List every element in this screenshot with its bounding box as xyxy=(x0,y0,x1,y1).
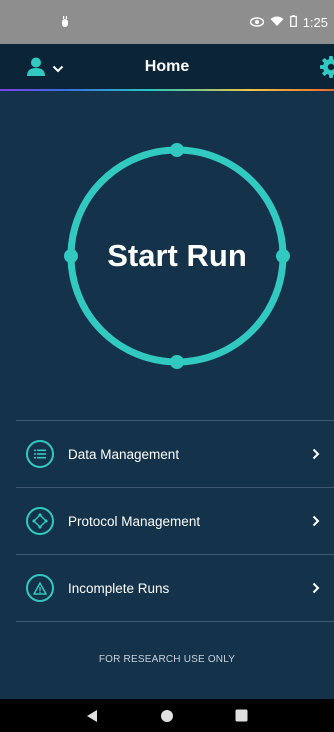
home-menu: Data Management Protocol Management Inco… xyxy=(16,420,334,622)
list-icon xyxy=(26,440,54,468)
protocol-icon xyxy=(26,507,54,535)
status-time: 1:25 xyxy=(302,14,328,30)
settings-button[interactable] xyxy=(320,56,334,83)
chevron-right-icon xyxy=(306,511,326,531)
system-nav-bar xyxy=(0,699,334,732)
start-run-label: Start Run xyxy=(107,238,247,273)
header-accent-bar xyxy=(0,89,334,91)
start-run-button[interactable]: Start Run xyxy=(63,143,291,369)
divider xyxy=(16,621,334,622)
chevron-down-icon xyxy=(52,60,64,78)
status-icons: 1:25 xyxy=(249,14,328,30)
menu-item-data-management[interactable]: Data Management xyxy=(16,421,334,487)
user-menu-button[interactable] xyxy=(26,56,64,81)
app-header: Home xyxy=(0,44,334,90)
menu-item-protocol-management[interactable]: Protocol Management xyxy=(16,488,334,554)
menu-item-label: Incomplete Runs xyxy=(68,580,170,596)
user-icon xyxy=(26,56,46,81)
eye-icon xyxy=(249,15,264,30)
back-icon[interactable] xyxy=(80,704,104,728)
notification-icon xyxy=(60,16,70,28)
status-bar: 1:25 xyxy=(0,0,334,44)
home-icon[interactable] xyxy=(155,704,179,728)
chevron-right-icon xyxy=(306,444,326,464)
menu-item-label: Data Management xyxy=(68,446,180,462)
warning-icon xyxy=(26,574,54,602)
research-use-disclaimer: FOR RESEARCH USE ONLY xyxy=(98,654,236,665)
menu-item-label: Protocol Management xyxy=(68,513,201,529)
gear-icon xyxy=(320,56,334,82)
page-title: Home xyxy=(144,58,190,75)
battery-icon xyxy=(289,14,297,30)
wifi-icon xyxy=(270,15,284,30)
recents-icon[interactable] xyxy=(230,704,254,728)
chevron-right-icon xyxy=(306,578,326,598)
menu-item-incomplete-runs[interactable]: Incomplete Runs xyxy=(16,555,334,621)
